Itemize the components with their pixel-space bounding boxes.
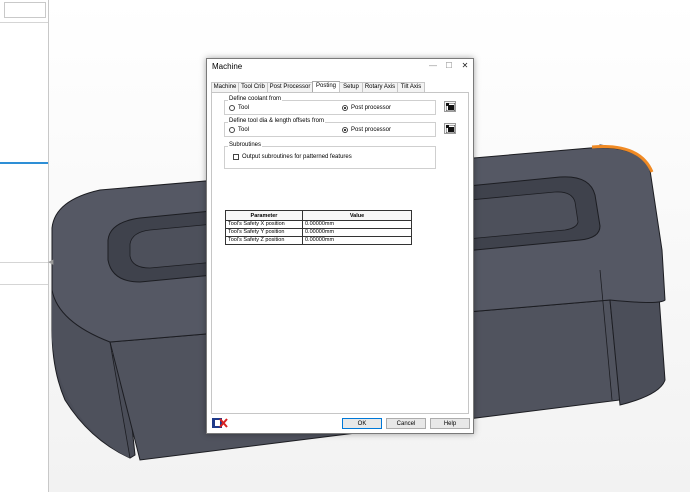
coolant-tool-label: Tool [238,105,250,111]
panel-divider [0,22,48,23]
offsets-tool-option[interactable]: Tool [229,127,249,133]
table-row[interactable]: Tool's Safety Y position 0.00000mm [225,228,412,237]
parameter-cell: Tool's Safety X position [225,220,303,229]
coolant-tool-option[interactable]: Tool [229,105,249,111]
panel-divider [0,284,48,285]
panel-active-indicator [0,162,48,164]
coolant-group: Define coolant from Tool Post processor [224,96,436,115]
offsets-settings-button[interactable] [444,123,456,134]
coolant-post-label: Post processor [351,105,392,111]
dialog-titlebar[interactable]: Machine — ☐ ✕ [207,59,473,75]
coolant-post-radio[interactable] [342,105,348,111]
value-cell[interactable]: 0.00000mm [302,236,412,245]
panel-divider [0,262,48,263]
maximize-icon[interactable]: ☐ [443,61,455,70]
tab-rotary-axis[interactable]: Rotary Axis [362,82,398,92]
parameter-cell: Tool's Safety Y position [225,228,303,237]
column-header-value[interactable]: Value [302,210,412,221]
ok-button[interactable]: OK [342,418,382,429]
camworks-logo-icon [211,416,228,430]
subroutines-checkbox[interactable] [233,154,239,160]
help-button[interactable]: Help [430,418,470,429]
settings-icon [446,103,455,111]
coolant-settings-button[interactable] [444,101,456,112]
offsets-group: Define tool dia & length offsets from To… [224,118,436,137]
minimize-icon[interactable]: — [427,61,439,70]
posting-panel: Define coolant from Tool Post processor … [211,92,469,414]
parameter-cell: Tool's Safety Z position [225,236,303,245]
tab-setup[interactable]: Setup [339,82,363,92]
subroutines-option[interactable]: Output subroutines for patterned feature… [233,154,352,160]
settings-icon [446,125,455,133]
coolant-group-label: Define coolant from [228,96,283,102]
offsets-post-label: Post processor [351,127,392,133]
table-row[interactable]: Tool's Safety Z position 0.00000mm [225,236,412,245]
offsets-group-label: Define tool dia & length offsets from [228,118,325,124]
subroutines-group: Subroutines Output subroutines for patte… [224,142,436,169]
offsets-tool-radio[interactable] [229,127,235,133]
tab-machine[interactable]: Machine [211,82,239,92]
cancel-button[interactable]: Cancel [386,418,426,429]
parameter-table: Parameter Value Tool's Safety X position… [225,210,412,245]
offsets-post-radio[interactable] [342,127,348,133]
value-cell[interactable]: 0.00000mm [302,228,412,237]
column-header-parameter[interactable]: Parameter [225,210,303,221]
tab-tool-crib[interactable]: Tool Crib [238,82,268,92]
coolant-post-option[interactable]: Post processor [342,105,391,111]
panel-collapse-icon[interactable]: ◀ [48,258,53,266]
offsets-tool-label: Tool [238,127,250,133]
close-icon[interactable]: ✕ [459,61,471,70]
dialog-title: Machine [212,62,243,71]
offsets-post-option[interactable]: Post processor [342,127,391,133]
feature-manager-panel [0,0,49,492]
tab-post-processor[interactable]: Post Processor [267,82,313,92]
subroutines-group-label: Subroutines [228,142,263,148]
value-cell[interactable]: 0.00000mm [302,220,412,229]
panel-filter-input[interactable] [4,2,46,18]
subroutines-checkbox-label: Output subroutines for patterned feature… [242,154,352,160]
coolant-tool-radio[interactable] [229,105,235,111]
machine-dialog: Machine — ☐ ✕ Machine Tool Crib Post Pro… [206,58,474,434]
tab-tilt-axis[interactable]: Tilt Axis [397,82,425,92]
table-row[interactable]: Tool's Safety X position 0.00000mm [225,220,412,229]
